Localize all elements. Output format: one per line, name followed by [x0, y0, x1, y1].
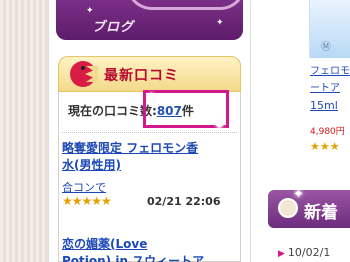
- news-item-date: 10/02/1: [287, 246, 331, 259]
- new-arrivals-title: 新着情: [304, 203, 338, 248]
- sparkle-icon: ✦: [86, 6, 94, 16]
- review-item-title[interactable]: 略奪愛限定 フェロモン香 水(男性用): [62, 140, 222, 174]
- product-price: 4,980円: [310, 127, 345, 137]
- product-rating-stars: ★★★: [310, 140, 340, 153]
- review-item-title[interactable]: 恋の媚薬(Love Potion) in スウィートア: [62, 236, 222, 262]
- blog-banner-label: ブログ: [92, 20, 135, 35]
- review-date: 02/21 22:06: [147, 195, 221, 208]
- sparkle-icon: ✦: [216, 18, 224, 28]
- page-background: [0, 0, 48, 262]
- banner-swirl-decoration: [126, 0, 243, 10]
- divider: [62, 132, 237, 133]
- latest-reviews-title: 最新口コミ: [104, 68, 179, 84]
- sparkle-icon: ✦: [293, 187, 304, 202]
- rating-stars: ★★★★★: [62, 194, 112, 208]
- news-item[interactable]: ▶ 10/02/1: [278, 246, 330, 259]
- brand-logo-icon: Ⓜ: [321, 42, 331, 53]
- sparkle-icon: ✦: [146, 90, 157, 105]
- product-name-line[interactable]: フェロモ: [310, 64, 350, 79]
- pacman-icon: [70, 61, 98, 87]
- product-name-line[interactable]: ートア: [310, 81, 340, 96]
- review-item-subtitle[interactable]: 合コンで: [62, 179, 106, 195]
- product-size[interactable]: 15ml: [310, 98, 338, 113]
- arrow-icon: ▶: [278, 249, 285, 259]
- blog-banner[interactable]: ✦ ✦ ブログ: [56, 0, 243, 40]
